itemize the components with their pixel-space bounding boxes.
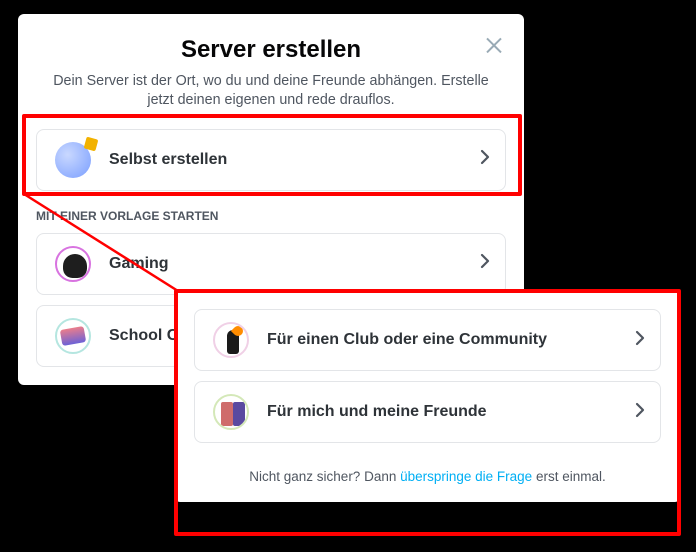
globe-icon [51, 138, 95, 182]
close-button[interactable] [482, 32, 506, 56]
chevron-right-icon [634, 402, 646, 423]
footer-prefix: Nicht ganz sicher? Dann [249, 469, 400, 484]
option-create-own-label: Selbst erstellen [109, 151, 479, 169]
footer-suffix: erst einmal. [532, 469, 606, 484]
option-club-community[interactable]: Für einen Club oder eine Community [194, 309, 661, 371]
club-icon [209, 318, 253, 362]
skip-question-link[interactable]: überspringe die Frage [400, 469, 532, 484]
gaming-icon [51, 242, 95, 286]
close-icon [482, 32, 506, 56]
option-friends[interactable]: Für mich und meine Freunde [194, 381, 661, 443]
footer-text: Nicht ganz sicher? Dann überspringe die … [194, 453, 661, 498]
school-icon [51, 314, 95, 358]
option-club-label: Für einen Club oder eine Community [267, 331, 634, 349]
option-friends-label: Für mich und meine Freunde [267, 403, 634, 421]
chevron-right-icon [634, 330, 646, 351]
option-gaming[interactable]: Gaming [36, 233, 506, 295]
server-audience-modal: Für einen Club oder eine Community Für m… [176, 291, 679, 502]
option-gaming-label: Gaming [109, 255, 479, 273]
chevron-right-icon [479, 253, 491, 274]
template-section-header: MIT EINER VORLAGE STARTEN [36, 209, 506, 223]
friends-icon [209, 390, 253, 434]
option-create-own[interactable]: Selbst erstellen [36, 129, 506, 191]
modal-title: Server erstellen [36, 36, 506, 64]
chevron-right-icon [479, 149, 491, 170]
modal-subtitle: Dein Server ist der Ort, wo du und deine… [36, 72, 506, 111]
